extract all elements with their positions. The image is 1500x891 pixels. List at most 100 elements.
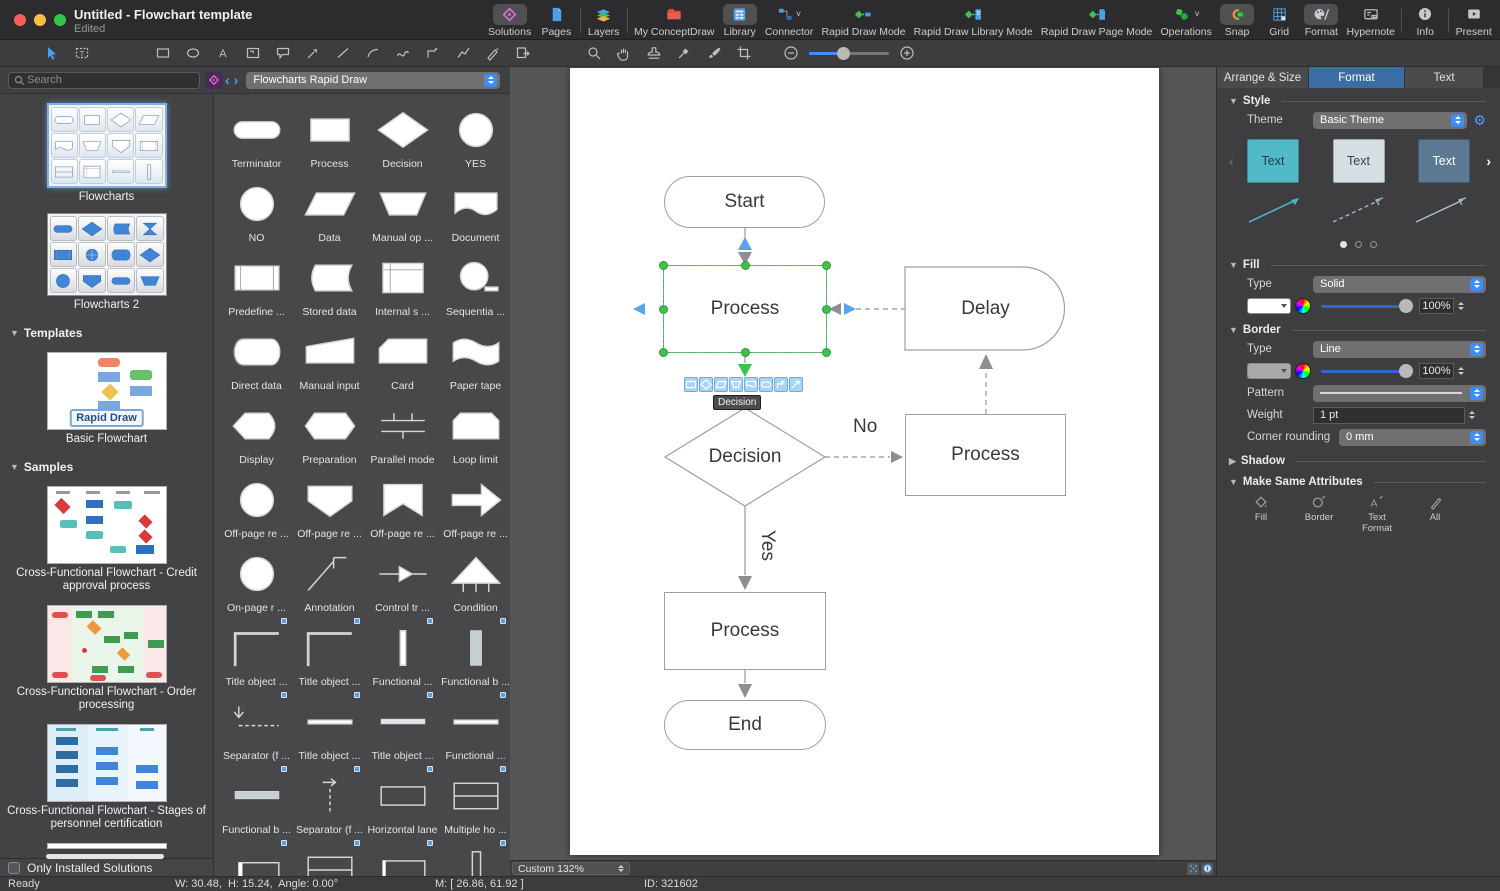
theme-preview-card-2[interactable]: Text	[1333, 139, 1385, 183]
library-shape-predefine[interactable]: Predefine ...	[220, 246, 293, 320]
forward-chevron-icon[interactable]: ›	[234, 72, 239, 89]
ellipse-tool[interactable]	[181, 43, 205, 63]
only-installed-checkbox[interactable]	[8, 862, 20, 874]
zoom-tool[interactable]	[582, 43, 606, 63]
search-input[interactable]	[25, 73, 194, 87]
flow-node-start[interactable]: Start	[664, 176, 825, 228]
library-shape-decision[interactable]: Decision	[366, 98, 439, 172]
quick-shape-terminator[interactable]	[759, 377, 773, 392]
stamp-tool[interactable]	[642, 43, 666, 63]
library-shape-separator-f[interactable]: Separator (f ...	[293, 764, 366, 838]
library-shape-title-object[interactable]: Title object ...	[220, 616, 293, 690]
section-header-samples[interactable]: ▼Samples	[10, 460, 213, 474]
close-button[interactable]	[14, 14, 26, 26]
library-shape-card[interactable]: Card	[366, 320, 439, 394]
toolbar-rapid-draw-mode[interactable]: Rapid Draw Mode	[817, 3, 909, 39]
zoom-in-icon[interactable]	[899, 45, 915, 61]
resize-handle[interactable]	[822, 348, 831, 357]
zoom-out-icon[interactable]	[783, 45, 799, 61]
fill-opacity-value[interactable]: 100%	[1419, 298, 1454, 314]
library-shape-title-object[interactable]: Title object ...	[293, 690, 366, 764]
shadow-section-header[interactable]: ▶Shadow	[1217, 448, 1500, 469]
pan-tool[interactable]	[612, 43, 636, 63]
library-shape-multi-h[interactable]	[293, 838, 366, 876]
fill-type-dropdown[interactable]: Solid	[1313, 276, 1486, 293]
back-chevron-icon[interactable]: ‹	[225, 72, 230, 89]
zoom-slider-thumb[interactable]	[837, 47, 850, 60]
quick-shape-elbow-arrow[interactable]	[774, 377, 788, 392]
toolbar-info[interactable]: Info	[1404, 3, 1446, 39]
resize-handle[interactable]	[741, 261, 750, 270]
section-header-templates[interactable]: ▼Templates	[10, 326, 213, 340]
library-shape-manual-op[interactable]: Manual op ...	[366, 172, 439, 246]
library-shape-off-page-re[interactable]: Off-page re ...	[439, 468, 510, 542]
toolbar-operations[interactable]: ˅Operations	[1157, 3, 1216, 39]
quick-shape-parallelogram[interactable]	[714, 377, 728, 392]
flow-node-end[interactable]: End	[664, 700, 826, 750]
text-select-tool[interactable]: T	[70, 43, 94, 63]
border-opacity-slider[interactable]	[1321, 364, 1413, 378]
library-shape-functional[interactable]: Functional ...	[366, 616, 439, 690]
toolbar-hypernote[interactable]: Hypernote	[1343, 3, 1399, 39]
library-shape-multiple-ho[interactable]: Multiple ho ...	[439, 764, 510, 838]
library-shape-manual-input[interactable]: Manual input	[293, 320, 366, 394]
elbow-tool[interactable]	[421, 43, 445, 63]
thumbnail-basic-flowchart[interactable]: Rapid Draw	[47, 352, 167, 430]
rect-tool[interactable]	[151, 43, 175, 63]
toolbar-present[interactable]: Present	[1452, 3, 1496, 39]
flow-node-process-no[interactable]: Process	[905, 414, 1066, 496]
toolbar-rapid-draw-library-mode[interactable]: Rapid Draw Library Mode	[910, 3, 1037, 39]
toolbar-rapid-draw-page-mode[interactable]: Rapid Draw Page Mode	[1037, 3, 1156, 39]
thumbnail-cross-functional-flowchart-credit-approval-process[interactable]	[47, 486, 167, 564]
border-section-header[interactable]: ▼Border	[1217, 317, 1500, 338]
fill-color-swatch[interactable]	[1247, 298, 1291, 314]
crop-tool[interactable]	[732, 43, 756, 63]
fill-section-header[interactable]: ▼Fill	[1217, 252, 1500, 273]
arrow-style-dashed[interactable]	[1327, 189, 1391, 229]
resize-handle[interactable]	[822, 261, 831, 270]
sidebar-scrollbar[interactable]	[46, 854, 164, 859]
border-opacity-value[interactable]: 100%	[1419, 363, 1454, 379]
quick-shape-line-arrow[interactable]	[789, 377, 803, 392]
toolbar-connector[interactable]: ˅Connector	[761, 3, 817, 39]
drawing-page[interactable]: Start Process Delay Decision Process Pro…	[570, 68, 1159, 855]
select-tool[interactable]	[40, 43, 64, 63]
minimize-button[interactable]	[34, 14, 46, 26]
library-tile-flowcharts[interactable]	[47, 103, 167, 188]
library-shape-parallel-mode[interactable]: Parallel mode	[366, 394, 439, 468]
library-shape-paper-tape[interactable]: Paper tape	[439, 320, 510, 394]
make-same-border[interactable]: Border	[1297, 494, 1341, 534]
library-shape-stored-data[interactable]: Stored data	[293, 246, 366, 320]
zoom-slider[interactable]	[809, 52, 889, 55]
tab-arrange-size[interactable]: Arrange & Size	[1217, 67, 1309, 88]
library-shape-vtall[interactable]	[439, 838, 510, 876]
make-same-fill[interactable]: Fill	[1239, 494, 1283, 534]
curve-tool[interactable]	[391, 43, 415, 63]
carousel-dot[interactable]	[1340, 241, 1347, 248]
carousel-dot[interactable]	[1370, 241, 1377, 248]
flow-node-process-selected[interactable]: Process	[663, 265, 827, 353]
toolbar-pages[interactable]: Pages	[535, 3, 577, 39]
thumbnail-cross-functional-flowchart-stages-of-personnel-certification[interactable]	[47, 724, 167, 802]
arc-tool[interactable]	[361, 43, 385, 63]
toolbar-format[interactable]: Format	[1300, 3, 1342, 39]
library-shape-document[interactable]: Document	[439, 172, 510, 246]
theme-dropdown[interactable]: Basic Theme	[1313, 112, 1467, 129]
resize-handle[interactable]	[741, 348, 750, 357]
quick-shape-trapezoid[interactable]	[729, 377, 743, 392]
library-shape-title-object[interactable]: Title object ...	[366, 690, 439, 764]
library-shape-preparation[interactable]: Preparation	[293, 394, 366, 468]
arrow-style-solid[interactable]	[1243, 189, 1307, 229]
stepper-icon[interactable]	[1454, 365, 1467, 378]
pattern-dropdown[interactable]	[1313, 385, 1486, 402]
frame-tool[interactable]	[241, 43, 265, 63]
library-shape-control-tr[interactable]: Control tr ...	[366, 542, 439, 616]
border-type-dropdown[interactable]: Line	[1313, 341, 1486, 358]
library-shape-data[interactable]: Data	[293, 172, 366, 246]
tab-format[interactable]: Format	[1309, 67, 1405, 88]
weight-input[interactable]: 1 pt	[1313, 407, 1465, 424]
brush-tool[interactable]	[702, 43, 726, 63]
library-shape-off-page-re[interactable]: Off-page re ...	[293, 468, 366, 542]
quick-shape-rect[interactable]	[684, 377, 698, 392]
library-shape-sequentia[interactable]: Sequentia ...	[439, 246, 510, 320]
